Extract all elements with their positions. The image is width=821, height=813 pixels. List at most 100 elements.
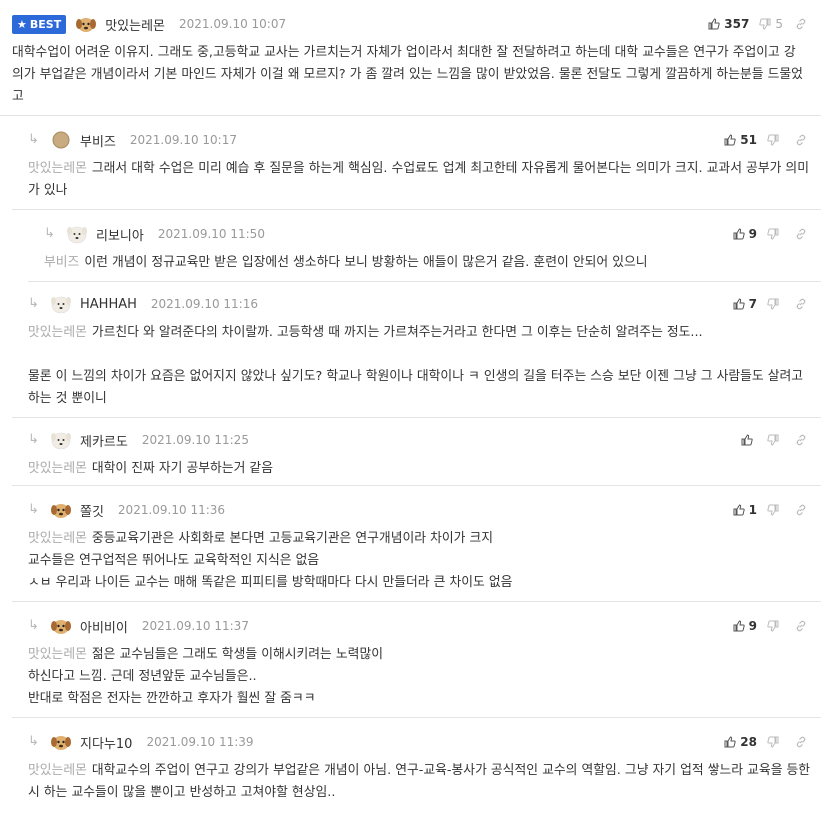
share-link-button[interactable] <box>795 736 807 748</box>
avatar[interactable] <box>48 130 74 150</box>
comment-text: 대학수업이 어려운 이유지. 그래도 중,고등학교 교사는 가르치는거 자체가 … <box>12 45 803 104</box>
mention[interactable]: 맛있는레몬 <box>28 325 87 340</box>
downvote-button[interactable] <box>767 620 783 632</box>
timestamp: 2021.09.10 11:25 <box>141 433 249 447</box>
comment-text: 맛있는레몬 가르친다 와 알려준다의 차이랄까. 고등학생 때 까지는 가르쳐주는… <box>28 325 804 406</box>
comment-reply: ↳ 쫄깃 2021.09.10 11:36 1 맛있는레몬 중등교육기관은 사회… <box>12 486 821 602</box>
upvote-count: 28 <box>740 735 757 749</box>
upvote-button[interactable]: 357 <box>708 17 749 31</box>
upvote-count: 357 <box>724 17 750 31</box>
downvote-button[interactable] <box>767 228 783 240</box>
nickname[interactable]: 아비비이 <box>80 617 128 636</box>
timestamp: 2021.09.10 11:37 <box>141 619 249 633</box>
thumbs-up-icon <box>708 18 720 30</box>
timestamp: 2021.09.10 10:07 <box>179 17 287 31</box>
downvote-button[interactable]: 5 <box>759 17 783 31</box>
avatar[interactable] <box>48 500 74 520</box>
link-icon <box>796 736 806 748</box>
share-link-button[interactable] <box>795 18 807 30</box>
reply-arrow-icon: ↳ <box>28 296 39 311</box>
avatar[interactable] <box>48 430 74 450</box>
downvote-button[interactable] <box>767 434 783 446</box>
downvote-button[interactable] <box>767 736 783 748</box>
mention[interactable]: 맛있는레몬 <box>28 531 87 546</box>
default-avatar-icon <box>52 131 70 149</box>
reply-arrow-icon: ↳ <box>28 734 39 749</box>
upvote-button[interactable]: 9 <box>733 619 757 633</box>
comment-reply: ↳ 부비즈 2021.09.10 10:17 51 맛있는레몬 그래서 대학 수… <box>12 116 821 210</box>
nickname[interactable]: HAHHAH <box>80 297 137 312</box>
star-icon: ★ <box>17 17 27 31</box>
avatar[interactable] <box>48 294 74 314</box>
nickname[interactable]: 제카르도 <box>80 431 128 450</box>
white-dog-avatar-icon <box>51 432 71 450</box>
thumbs-up-icon <box>733 620 745 632</box>
mention[interactable]: 부비즈 <box>44 255 79 270</box>
link-icon <box>796 134 806 146</box>
downvote-button[interactable] <box>767 134 783 146</box>
upvote-count: 9 <box>748 619 757 633</box>
thumbs-down-icon <box>767 434 779 446</box>
link-icon <box>796 298 806 310</box>
share-link-button[interactable] <box>795 228 807 240</box>
thumbs-up-icon <box>724 736 736 748</box>
nickname[interactable]: 부비즈 <box>80 131 116 150</box>
comment-reply: ↳ 아비비이 2021.09.10 11:37 9 맛있는레몬 젊은 교수님들은… <box>12 602 821 718</box>
share-link-button[interactable] <box>795 504 807 516</box>
avatar[interactable] <box>64 224 90 244</box>
nickname[interactable]: 쫄깃 <box>80 501 104 520</box>
white-dog-avatar-icon <box>67 226 87 244</box>
mention[interactable]: 맛있는레몬 <box>28 647 87 662</box>
link-icon <box>796 228 806 240</box>
dog-avatar-icon <box>51 504 71 518</box>
share-link-button[interactable] <box>795 434 807 446</box>
thumbs-up-icon <box>724 134 736 146</box>
reply-arrow-icon: ↳ <box>28 132 39 147</box>
avatar[interactable] <box>73 14 99 34</box>
share-link-button[interactable] <box>795 298 807 310</box>
nickname[interactable]: 맛있는레몬 <box>105 15 165 34</box>
upvote-button[interactable]: 51 <box>724 133 757 147</box>
comment-reply: ↳ 제카르도 2021.09.10 11:25 맛있는레몬 대학이 진짜 자기 … <box>12 418 821 486</box>
comment-best: ★ BEST 맛있는레몬 2021.09.10 10:07 357 5 대학수업… <box>0 0 821 116</box>
thumbs-up-icon <box>741 434 753 446</box>
timestamp: 2021.09.10 11:50 <box>157 227 265 241</box>
comment-text: 맛있는레몬 젊은 교수님들은 그래도 학생들 이해시키려는 노력많이 하신다고 느… <box>28 647 383 706</box>
upvote-count: 1 <box>748 503 757 517</box>
upvote-button[interactable] <box>741 434 757 446</box>
share-link-button[interactable] <box>795 620 807 632</box>
timestamp: 2021.09.10 11:36 <box>117 503 226 517</box>
upvote-button[interactable]: 28 <box>724 735 757 749</box>
timestamp: 2021.09.10 10:17 <box>129 133 237 147</box>
dog-avatar-icon <box>51 620 71 634</box>
thumbs-down-icon <box>767 504 779 516</box>
mention[interactable]: 맛있는레몬 <box>28 763 87 778</box>
comment-text: 맛있는레몬 대학교수의 주업이 연구고 강의가 부업같은 개념이 아님. 연구-교… <box>28 763 811 800</box>
comment-reply: ↳ 지다누10 2021.09.10 11:39 28 맛있는레몬 대학교수의 … <box>12 718 821 808</box>
avatar[interactable] <box>48 732 74 752</box>
share-link-button[interactable] <box>795 134 807 146</box>
upvote-button[interactable]: 9 <box>733 227 757 241</box>
thumbs-down-icon <box>759 18 771 30</box>
upvote-count: 7 <box>748 297 757 311</box>
timestamp: 2021.09.10 11:16 <box>150 297 258 311</box>
upvote-button[interactable]: 1 <box>733 503 757 517</box>
link-icon <box>796 504 806 516</box>
comment-text: 맛있는레몬 대학이 진짜 자기 공부하는거 같음 <box>28 461 273 476</box>
nickname[interactable]: 지다누10 <box>80 733 132 752</box>
reply-arrow-icon: ↳ <box>44 226 55 241</box>
nickname[interactable]: 리보니아 <box>96 225 144 244</box>
thumbs-up-icon <box>733 228 745 240</box>
mention[interactable]: 맛있는레몬 <box>28 461 87 476</box>
dog-avatar-icon <box>51 736 71 750</box>
mention[interactable]: 맛있는레몬 <box>28 161 87 176</box>
link-icon <box>796 18 806 30</box>
downvote-button[interactable] <box>767 504 783 516</box>
comment-list: ★ BEST 맛있는레몬 2021.09.10 10:07 357 5 대학수업… <box>0 0 821 808</box>
dog-avatar-icon <box>76 18 97 32</box>
thumbs-up-icon <box>733 504 745 516</box>
downvote-button[interactable] <box>767 298 783 310</box>
upvote-button[interactable]: 7 <box>733 297 757 311</box>
best-badge: ★ BEST <box>12 14 67 34</box>
avatar[interactable] <box>48 616 74 636</box>
